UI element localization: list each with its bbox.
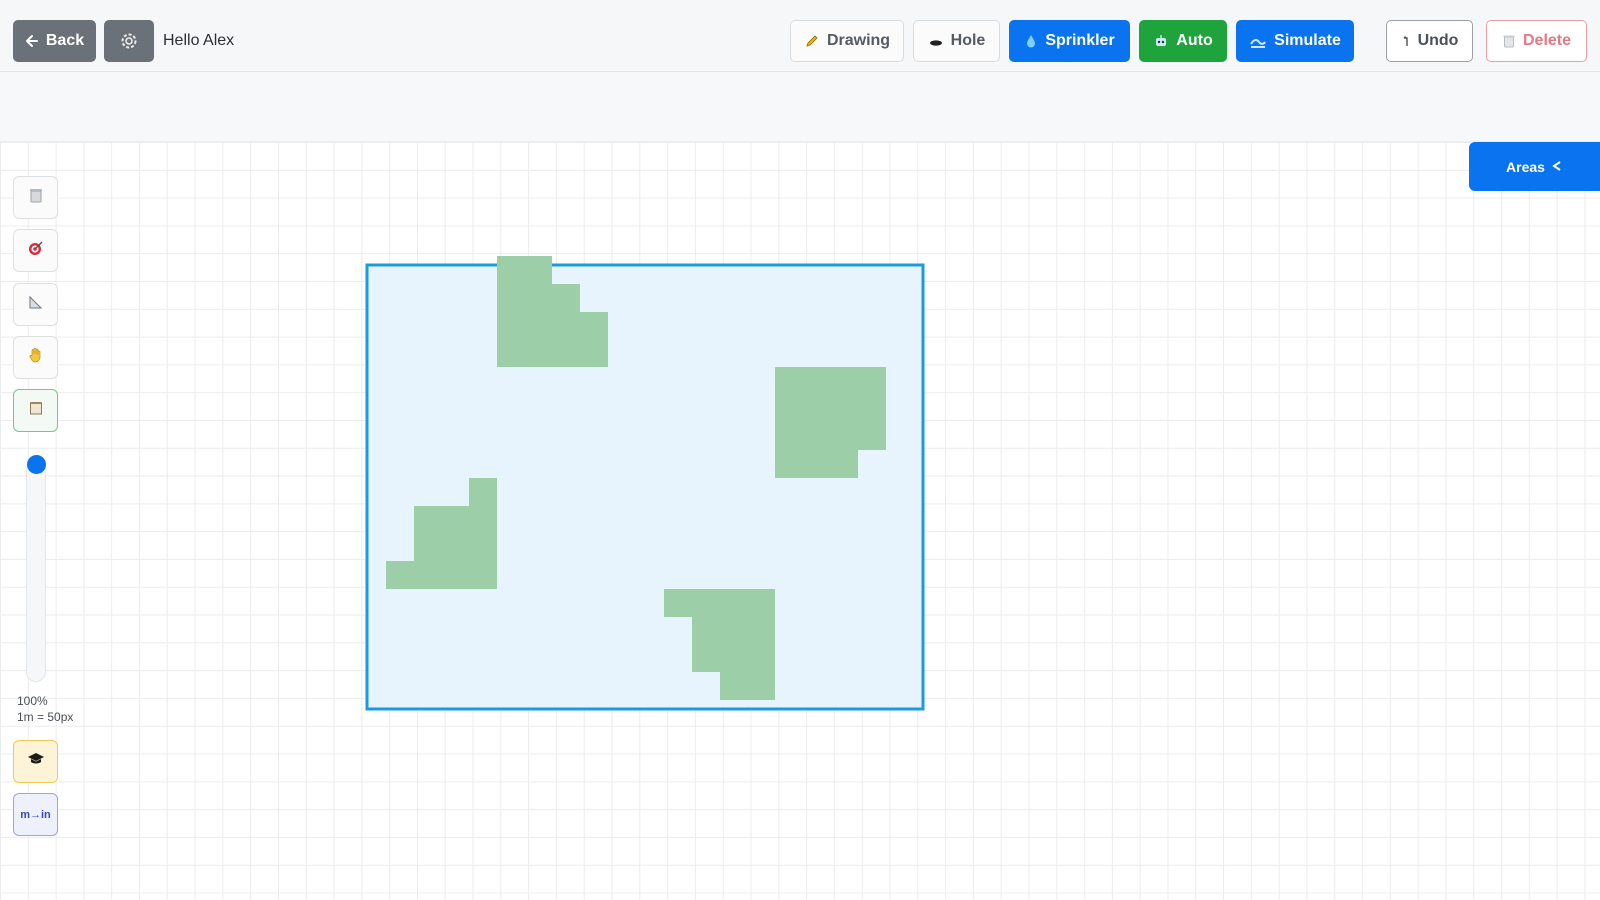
unit-toggle-button[interactable]: m→in — [13, 793, 58, 836]
hand-icon — [27, 346, 45, 369]
notepad-icon — [27, 399, 45, 422]
areas-panel-toggle[interactable]: Areas — [1469, 142, 1600, 191]
unit-toggle-label: m→in — [20, 808, 51, 821]
areas-label: Areas — [1506, 158, 1545, 175]
target-tool-button[interactable] — [13, 229, 58, 272]
chevron-left-icon — [1551, 159, 1563, 175]
zoom-slider-thumb[interactable] — [27, 455, 46, 474]
target-icon — [27, 239, 45, 262]
zoom-percent: 100% — [17, 694, 48, 708]
tutorial-button[interactable] — [13, 740, 58, 783]
ruler-tool-button[interactable] — [13, 283, 58, 326]
ruler-icon — [27, 293, 45, 316]
graduation-cap-icon — [27, 750, 45, 773]
yard-area[interactable] — [365, 263, 925, 711]
scale-label: 1m = 50px — [17, 710, 74, 724]
zoom-readout: 100% 1m = 50px — [17, 693, 73, 725]
hand-tool-button[interactable] — [13, 336, 58, 379]
trash-tool-button[interactable] — [13, 176, 58, 219]
zoom-slider-track[interactable] — [26, 462, 46, 682]
trash-icon — [27, 186, 45, 209]
yard-drawing[interactable] — [0, 0, 1600, 900]
notepad-tool-button[interactable] — [13, 389, 58, 432]
